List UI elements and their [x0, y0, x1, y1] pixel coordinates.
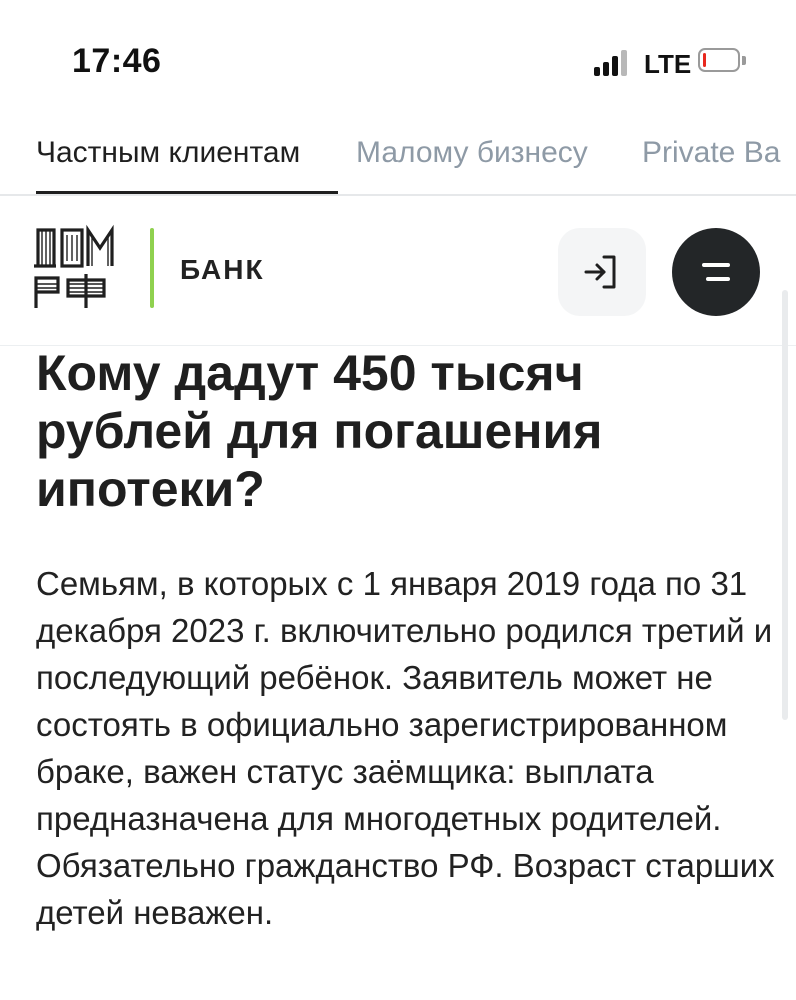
active-tab-indicator [36, 191, 338, 194]
article-body: Семьям, в которых с 1 января 2019 года п… [36, 565, 775, 931]
status-time: 17:46 [72, 42, 162, 80]
menu-icon [702, 263, 730, 267]
login-button[interactable] [558, 228, 646, 316]
network-label: LTE [644, 49, 692, 79]
site-header: БАНК [0, 198, 796, 346]
login-icon [584, 255, 616, 289]
scrollbar[interactable] [782, 290, 788, 720]
battery-level [703, 53, 706, 67]
segment-tabs: Частным клиентам Малому бизнесу Private … [0, 120, 796, 196]
article-title: Кому дадут 450 тысяч рублей для погашени… [36, 345, 603, 517]
logo-divider [150, 228, 154, 308]
status-bar: 17:46 LTE [0, 0, 796, 120]
battery-icon [698, 48, 746, 74]
page: 17:46 LTE Частным клиентам Малому бизнес… [0, 0, 796, 1000]
tab-private-clients[interactable]: Частным клиентам [36, 136, 300, 170]
dom-rf-logo-icon[interactable] [32, 222, 118, 310]
signal-icon [594, 50, 632, 76]
tab-private-banking[interactable]: Private Ba [642, 136, 780, 170]
bank-label: БАНК [180, 254, 265, 285]
tab-small-business[interactable]: Малому бизнесу [356, 136, 588, 170]
menu-button[interactable] [672, 228, 760, 316]
